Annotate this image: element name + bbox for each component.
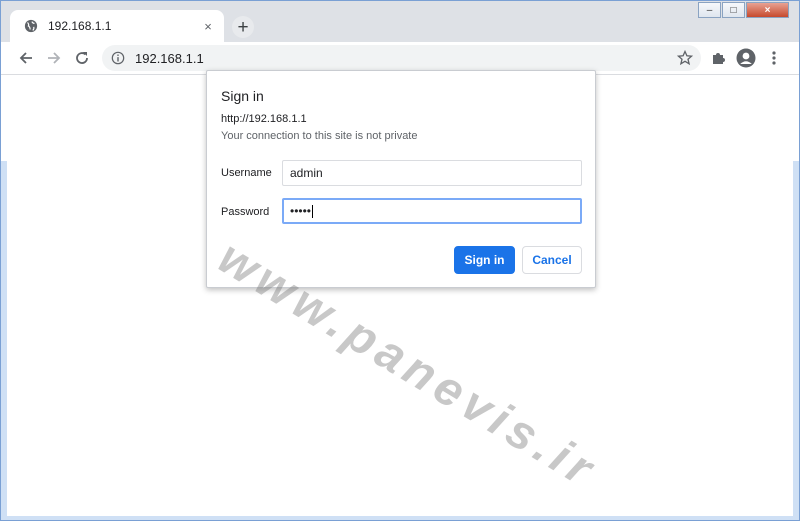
tab-active[interactable]: 192.168.1.1 × xyxy=(10,10,224,42)
address-url: 192.168.1.1 xyxy=(135,50,204,66)
minimize-button[interactable]: – xyxy=(698,2,721,18)
new-tab-button[interactable]: + xyxy=(232,16,254,38)
globe-icon xyxy=(24,19,38,33)
extensions-button[interactable] xyxy=(706,46,730,70)
menu-button[interactable] xyxy=(762,46,786,70)
back-button[interactable] xyxy=(14,46,38,70)
password-label: Password xyxy=(221,206,270,218)
window-frame-left xyxy=(1,161,7,516)
arrow-left-icon xyxy=(19,52,32,64)
maximize-button[interactable]: □ xyxy=(722,2,745,18)
info-icon[interactable] xyxy=(111,51,125,65)
avatar-icon xyxy=(736,48,756,68)
tab-title: 192.168.1.1 xyxy=(48,19,112,33)
forward-button[interactable] xyxy=(42,46,66,70)
connection-warning: Your connection to this site is not priv… xyxy=(221,130,418,142)
window-frame-right xyxy=(793,161,799,516)
dialog-origin: http://192.168.1.1 xyxy=(221,113,307,125)
username-label: Username xyxy=(221,167,272,179)
text-caret xyxy=(312,204,314,218)
reload-button[interactable] xyxy=(70,46,94,70)
tab-close-icon[interactable]: × xyxy=(200,18,216,34)
sign-in-button[interactable]: Sign in xyxy=(454,246,515,274)
dialog-title: Sign in xyxy=(221,88,264,104)
puzzle-icon xyxy=(713,53,725,64)
address-bar[interactable]: 192.168.1.1 xyxy=(102,45,701,71)
arrow-right-icon xyxy=(48,52,61,64)
password-value: ••••• xyxy=(290,204,312,218)
password-field[interactable]: ••••• xyxy=(282,198,582,224)
cancel-button[interactable]: Cancel xyxy=(522,246,582,274)
window-frame-bottom xyxy=(1,516,799,520)
reload-icon xyxy=(76,52,88,64)
username-value: admin xyxy=(290,166,323,180)
browser-window: 192.168.1.1 × + – □ × 192.168.1.1 Sign i… xyxy=(0,0,800,521)
profile-button[interactable] xyxy=(734,46,758,70)
close-window-button[interactable]: × xyxy=(746,2,789,18)
sign-in-dialog: Sign in http://192.168.1.1 Your connecti… xyxy=(206,70,596,288)
tab-strip: 192.168.1.1 × + – □ × xyxy=(1,1,799,42)
kebab-menu-icon xyxy=(772,51,776,65)
username-field[interactable]: admin xyxy=(282,160,582,186)
window-controls: – □ × xyxy=(697,2,789,18)
star-icon[interactable] xyxy=(677,50,693,66)
